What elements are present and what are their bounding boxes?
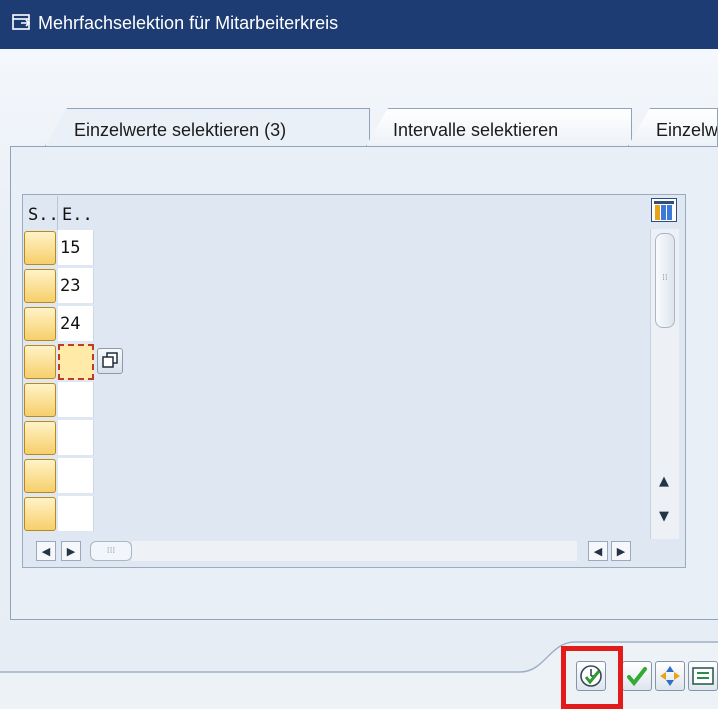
values-table: [22, 194, 686, 568]
column-header-value[interactable]: E..: [58, 196, 94, 230]
horizontal-scrollbar[interactable]: [132, 541, 577, 561]
column-header-select-label: S..: [28, 205, 59, 225]
delete-line-icon: [692, 667, 714, 685]
row-select-button[interactable]: [24, 307, 56, 341]
tab-single-values[interactable]: Einzelwerte selektieren (3): [45, 108, 370, 146]
grip-icon: ⁞⁞: [662, 273, 668, 283]
title-bar: Mehrfachselektion für Mitarbeiterkreis: [0, 0, 718, 49]
row-select-button[interactable]: [24, 459, 56, 493]
value-cell[interactable]: 23: [58, 268, 94, 304]
page-left-icon[interactable]: ◀: [588, 541, 608, 561]
row-select-button[interactable]: [24, 231, 56, 265]
value-cell[interactable]: 15: [58, 230, 94, 266]
value-cell[interactable]: 24: [58, 306, 94, 342]
page-right-icon[interactable]: ▶: [611, 541, 631, 561]
row-select-button[interactable]: [24, 383, 56, 417]
value-text: 15: [60, 238, 81, 258]
checkmark-icon: [627, 667, 647, 687]
delete-line-button[interactable]: [688, 661, 718, 691]
value-cell[interactable]: [58, 496, 94, 532]
horizontal-scroll-thumb[interactable]: ⁞⁞⁞: [90, 541, 132, 561]
column-header-value-label: E..: [62, 205, 93, 225]
multiple-selection-button[interactable]: [97, 348, 123, 374]
value-text: 23: [60, 276, 81, 296]
row-select-button[interactable]: [24, 345, 56, 379]
value-cell[interactable]: [58, 420, 94, 456]
column-layout-icon[interactable]: [651, 198, 677, 222]
vertical-scrollbar[interactable]: ⁞⁞: [650, 229, 679, 539]
tab-single-values-label: Einzelwerte selektieren (3): [74, 120, 287, 140]
tab-intervals[interactable]: Intervalle selektieren: [366, 108, 632, 146]
vertical-scroll-thumb[interactable]: ⁞⁞: [655, 233, 675, 328]
row-select-button[interactable]: [24, 421, 56, 455]
scroll-up-icon[interactable]: ▲: [653, 470, 675, 492]
value-cell[interactable]: [58, 382, 94, 418]
value-cell[interactable]: [58, 458, 94, 494]
insert-line-icon: [660, 666, 680, 686]
scroll-right-icon[interactable]: ▶: [61, 541, 81, 561]
row-select-button[interactable]: [24, 269, 56, 303]
highlight-box: [561, 646, 623, 709]
value-cell-focused[interactable]: [58, 344, 94, 380]
tab-intervals-label: Intervalle selektieren: [393, 120, 559, 140]
copy-icon: [102, 352, 118, 368]
tab-exclude-single-label: Einzelw: [656, 120, 718, 140]
column-header-select[interactable]: S..: [24, 196, 59, 230]
scroll-left-icon[interactable]: ◀: [36, 541, 56, 561]
window-title: Mehrfachselektion für Mitarbeiterkreis: [38, 13, 339, 33]
insert-line-button[interactable]: [655, 661, 685, 691]
external-window-icon: [12, 14, 31, 30]
scroll-down-icon[interactable]: ▼: [653, 505, 675, 527]
value-text: 24: [60, 314, 81, 334]
row-select-button[interactable]: [24, 497, 56, 531]
confirm-button[interactable]: [622, 661, 652, 691]
